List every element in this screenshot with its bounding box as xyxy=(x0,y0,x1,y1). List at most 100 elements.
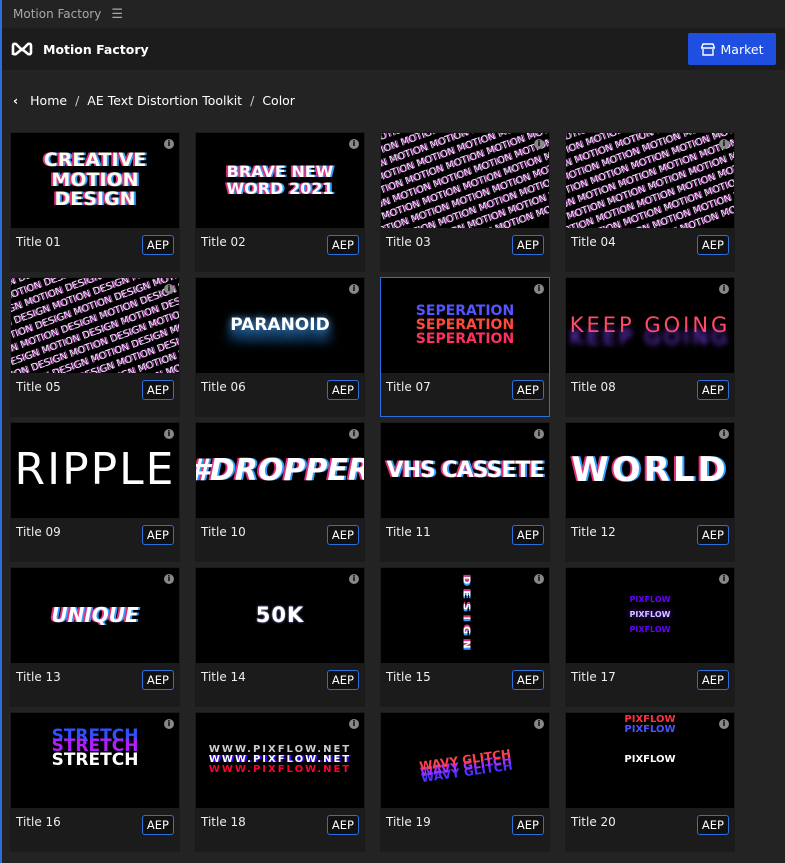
info-icon[interactable]: i xyxy=(534,429,544,439)
info-icon[interactable]: i xyxy=(349,719,359,729)
thumbnail-art: MOTION MOTION MOTION MOTION MOTION MOTIO… xyxy=(381,133,549,228)
aep-badge[interactable]: AEP xyxy=(326,815,359,835)
info-icon[interactable]: i xyxy=(349,139,359,149)
template-card[interactable]: WWW.PIXFLOW.NET i Title 18 AEP xyxy=(195,712,365,852)
info-icon[interactable]: i xyxy=(719,574,729,584)
thumbnail[interactable]: PARANOID i xyxy=(196,278,364,373)
aep-badge[interactable]: AEP xyxy=(696,235,729,255)
template-card[interactable]: WORLD i Title 12 AEP xyxy=(565,422,735,562)
template-card[interactable]: PIXFLOW i Title 20 AEP xyxy=(565,712,735,852)
thumbnail[interactable]: SEPERATION i xyxy=(381,278,549,373)
card-title: Title 18 xyxy=(201,815,246,829)
thumbnail-art: PARANOID xyxy=(230,314,330,335)
template-card[interactable]: CREATIVE MOTION DESIGN i Title 01 AEP xyxy=(10,132,180,272)
info-icon[interactable]: i xyxy=(719,284,729,294)
info-icon[interactable]: i xyxy=(534,574,544,584)
market-button[interactable]: Market xyxy=(688,33,776,65)
template-card[interactable]: RIPPLE i Title 09 AEP xyxy=(10,422,180,562)
thumbnail[interactable]: KEEP GOING i xyxy=(566,278,734,373)
chevron-left-icon[interactable]: ‹ xyxy=(13,93,18,108)
info-icon[interactable]: i xyxy=(534,719,544,729)
thumbnail-art: STRETCH xyxy=(51,749,139,770)
info-icon[interactable]: i xyxy=(719,139,729,149)
card-title: Title 12 xyxy=(571,525,616,539)
window-titlebar: Motion Factory ☰ xyxy=(2,0,785,28)
thumbnail[interactable]: RIPPLE i xyxy=(11,423,179,518)
template-card[interactable]: UNIQUE i Title 13 AEP xyxy=(10,567,180,707)
aep-badge[interactable]: AEP xyxy=(696,670,729,690)
thumbnail[interactable]: VHS CASSETE i xyxy=(381,423,549,518)
template-card[interactable]: WAVY GLITCH i Title 19 AEP xyxy=(380,712,550,852)
info-icon[interactable]: i xyxy=(719,719,729,729)
info-icon[interactable]: i xyxy=(164,139,174,149)
thumbnail[interactable]: BRAVE NEW WORD 2021 i xyxy=(196,133,364,228)
aep-badge[interactable]: AEP xyxy=(696,380,729,400)
aep-badge[interactable]: AEP xyxy=(326,525,359,545)
card-title: Title 10 xyxy=(201,525,246,539)
aep-badge[interactable]: AEP xyxy=(696,815,729,835)
template-card[interactable]: MOTION DESIGN MOTION DESIGN MOTION DESIG… xyxy=(10,277,180,417)
aep-badge[interactable]: AEP xyxy=(326,670,359,690)
aep-badge[interactable]: AEP xyxy=(511,815,544,835)
thumbnail[interactable]: 50K i xyxy=(196,568,364,663)
info-icon[interactable]: i xyxy=(164,574,174,584)
aep-badge[interactable]: AEP xyxy=(511,670,544,690)
thumbnail[interactable]: MOTION MOTION MOTION MOTION MOTION MOTIO… xyxy=(566,133,734,228)
thumbnail[interactable]: UNIQUE i xyxy=(11,568,179,663)
aep-badge[interactable]: AEP xyxy=(141,235,174,255)
thumbnail[interactable]: DESIGN i xyxy=(381,568,549,663)
card-title: Title 13 xyxy=(16,670,61,684)
template-card[interactable]: DESIGN i Title 15 AEP xyxy=(380,567,550,707)
template-card[interactable]: PARANOID i Title 06 AEP xyxy=(195,277,365,417)
template-card[interactable]: VHS CASSETE i Title 11 AEP xyxy=(380,422,550,562)
template-card[interactable]: BRAVE NEW WORD 2021 i Title 02 AEP xyxy=(195,132,365,272)
template-card[interactable]: STRETCH i Title 16 AEP xyxy=(10,712,180,852)
aep-badge[interactable]: AEP xyxy=(696,525,729,545)
thumbnail[interactable]: WAVY GLITCH i xyxy=(381,713,549,808)
aep-badge[interactable]: AEP xyxy=(511,380,544,400)
aep-badge[interactable]: AEP xyxy=(511,235,544,255)
thumbnail-art: KEEP GOING xyxy=(569,313,731,338)
card-title: Title 04 xyxy=(571,235,616,249)
card-title: Title 17 xyxy=(571,670,616,684)
info-icon[interactable]: i xyxy=(534,284,544,294)
thumbnail[interactable]: STRETCH i xyxy=(11,713,179,808)
thumbnail[interactable]: PIXFLOW i xyxy=(566,568,734,663)
template-card[interactable]: #DROPPER i Title 10 AEP xyxy=(195,422,365,562)
thumbnail[interactable]: PIXFLOW i xyxy=(566,713,734,808)
info-icon[interactable]: i xyxy=(164,429,174,439)
template-card[interactable]: PIXFLOW i Title 17 AEP xyxy=(565,567,735,707)
thumbnail[interactable]: MOTION MOTION MOTION MOTION MOTION MOTIO… xyxy=(381,133,549,228)
info-icon[interactable]: i xyxy=(164,284,174,294)
aep-badge[interactable]: AEP xyxy=(141,525,174,545)
template-card[interactable]: SEPERATION i Title 07 AEP xyxy=(380,277,550,417)
aep-badge[interactable]: AEP xyxy=(326,235,359,255)
aep-badge[interactable]: AEP xyxy=(511,525,544,545)
info-icon[interactable]: i xyxy=(164,719,174,729)
hamburger-icon[interactable]: ☰ xyxy=(111,7,123,22)
thumbnail[interactable]: MOTION DESIGN MOTION DESIGN MOTION DESIG… xyxy=(11,278,179,373)
template-card[interactable]: MOTION MOTION MOTION MOTION MOTION MOTIO… xyxy=(565,132,735,272)
aep-badge[interactable]: AEP xyxy=(141,815,174,835)
template-card[interactable]: MOTION MOTION MOTION MOTION MOTION MOTIO… xyxy=(380,132,550,272)
info-icon[interactable]: i xyxy=(719,429,729,439)
breadcrumb-toolkit[interactable]: AE Text Distortion Toolkit xyxy=(87,93,242,108)
template-card[interactable]: KEEP GOING i Title 08 AEP xyxy=(565,277,735,417)
aep-badge[interactable]: AEP xyxy=(141,670,174,690)
card-title: Title 09 xyxy=(16,525,61,539)
aep-badge[interactable]: AEP xyxy=(141,380,174,400)
info-icon[interactable]: i xyxy=(349,574,359,584)
thumbnail[interactable]: CREATIVE MOTION DESIGN i xyxy=(11,133,179,228)
aep-badge[interactable]: AEP xyxy=(326,380,359,400)
thumbnail[interactable]: #DROPPER i xyxy=(196,423,364,518)
info-icon[interactable]: i xyxy=(349,429,359,439)
card-title: Title 14 xyxy=(201,670,246,684)
thumbnail[interactable]: WORLD i xyxy=(566,423,734,518)
card-title: Title 20 xyxy=(571,815,616,829)
info-icon[interactable]: i xyxy=(534,139,544,149)
card-title: Title 11 xyxy=(386,525,431,539)
template-card[interactable]: 50K i Title 14 AEP xyxy=(195,567,365,707)
info-icon[interactable]: i xyxy=(349,284,359,294)
breadcrumb-home[interactable]: Home xyxy=(30,93,67,108)
thumbnail[interactable]: WWW.PIXFLOW.NET i xyxy=(196,713,364,808)
